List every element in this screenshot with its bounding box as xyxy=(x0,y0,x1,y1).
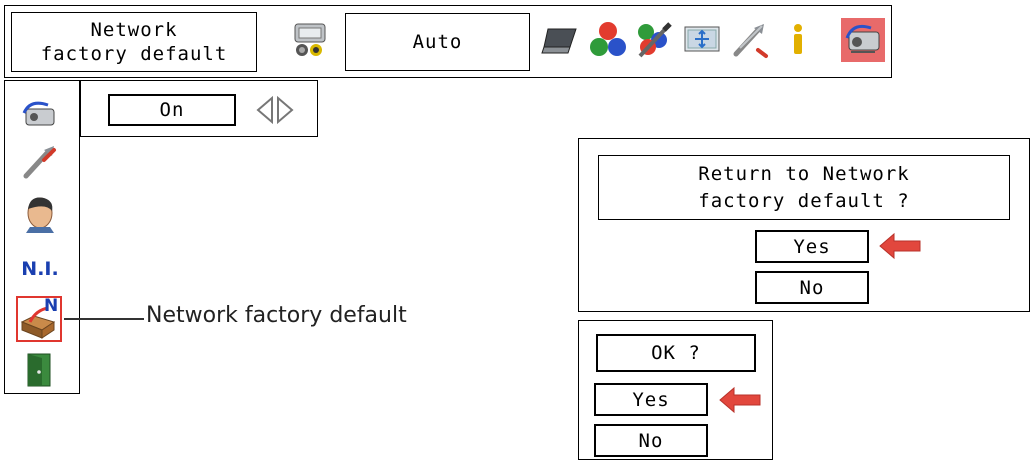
menu-title-line1: Network xyxy=(90,19,178,41)
ni-icon[interactable]: N.I. xyxy=(20,254,60,284)
confirm-yes-button[interactable]: Yes xyxy=(755,230,869,263)
callout-line xyxy=(64,318,144,320)
info-icon[interactable] xyxy=(778,20,818,60)
ok-question-box: OK ? xyxy=(596,334,756,372)
laptop-icon[interactable] xyxy=(540,21,580,61)
ni-label: N.I. xyxy=(21,258,59,280)
setting-wrench-icon[interactable] xyxy=(20,142,60,182)
input-source-icon[interactable] xyxy=(290,20,330,60)
menu-title-box: Network factory default xyxy=(11,12,257,72)
confirm-question-box: Return to Network factory default ? xyxy=(598,155,1010,220)
mode-value-box[interactable]: Auto xyxy=(345,13,530,71)
n-badge: N xyxy=(44,296,59,316)
ok-no-button[interactable]: No xyxy=(594,424,708,457)
mode-value: Auto xyxy=(412,31,463,53)
submenu-value: On xyxy=(159,99,185,121)
network-projector-icon[interactable] xyxy=(841,18,885,62)
screen-icon[interactable] xyxy=(682,20,722,60)
color-balls-icon[interactable] xyxy=(588,20,628,60)
menu-title-line2: factory default xyxy=(40,43,228,65)
ok-question: OK ? xyxy=(651,342,701,364)
network-projector-icon[interactable] xyxy=(20,95,60,135)
exit-door-icon[interactable] xyxy=(22,352,62,392)
confirm-question-line2: factory default ? xyxy=(698,189,910,212)
callout-label: Network factory default xyxy=(146,303,407,328)
left-right-arrows-icon[interactable] xyxy=(252,92,298,128)
user-head-icon[interactable] xyxy=(20,193,60,233)
image-adjust-icon[interactable] xyxy=(634,20,674,60)
pointer-arrow-icon xyxy=(718,386,762,414)
confirm-yes-label: Yes xyxy=(793,235,831,258)
network-factory-default-icon[interactable]: N xyxy=(16,296,62,342)
confirm-no-button[interactable]: No xyxy=(755,271,869,304)
confirm-no-label: No xyxy=(799,276,825,299)
ok-yes-label: Yes xyxy=(632,388,670,411)
pointer-arrow-icon xyxy=(878,232,922,260)
confirm-question-line1: Return to Network xyxy=(698,162,910,185)
ok-yes-button[interactable]: Yes xyxy=(594,383,708,416)
ok-no-label: No xyxy=(638,429,664,452)
submenu-value-box[interactable]: On xyxy=(108,94,236,126)
setting-wrench-icon[interactable] xyxy=(730,20,770,60)
